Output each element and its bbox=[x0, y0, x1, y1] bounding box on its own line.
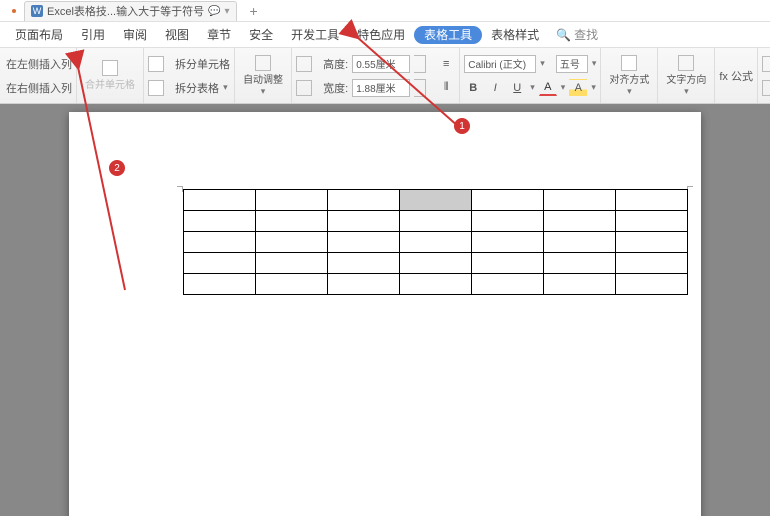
font-name-select[interactable]: Calibri (正文) bbox=[464, 55, 536, 73]
text-direction-button[interactable]: 文字方向▾ bbox=[662, 55, 710, 97]
dist-rows-icon[interactable]: ≡ bbox=[437, 55, 455, 73]
menu-special-apps[interactable]: 特色应用 bbox=[348, 22, 414, 48]
highlight-button[interactable]: A bbox=[569, 79, 587, 97]
split-cells-button[interactable]: 拆分单元格 bbox=[148, 52, 230, 76]
menu-security[interactable]: 安全 bbox=[240, 22, 282, 48]
calc-icon bbox=[762, 56, 770, 72]
merge-cells-icon bbox=[102, 60, 118, 76]
chevron-down-icon: ▾ bbox=[261, 86, 266, 97]
table-row bbox=[184, 232, 688, 253]
tab-dropdown-icon: ▾ bbox=[225, 6, 230, 17]
group-font: Calibri (正文)▾ 五号▾ B I U▾ A▾ A▾ bbox=[460, 48, 601, 103]
quick-calc-button[interactable]: 快速计算▾ 标题行重复 bbox=[762, 52, 770, 76]
width-input[interactable]: 1.88厘米 bbox=[352, 79, 410, 97]
to-text-icon bbox=[762, 80, 770, 96]
group-textdir: 文字方向▾ bbox=[658, 48, 715, 103]
menu-bar: 页面布局 引用 审阅 视图 章节 安全 开发工具 特色应用 表格工具 表格样式 … bbox=[0, 22, 770, 48]
tab-comment-icon: 💬 bbox=[208, 6, 220, 17]
annotation-badge-1: 1 bbox=[454, 118, 470, 134]
search-icon: 🔍 bbox=[556, 28, 571, 42]
split-cells-icon bbox=[148, 56, 164, 72]
ribbon-toolbar: 在左侧插入列 在右侧插入列 合并单元格 拆分单元格 拆分表格▾ 自动调整 ▾ 高… bbox=[0, 48, 770, 104]
row-height-icon bbox=[296, 56, 312, 72]
table-row bbox=[184, 274, 688, 295]
insert-col-left[interactable]: 在左侧插入列 bbox=[6, 52, 72, 76]
document-page[interactable] bbox=[69, 112, 701, 516]
menu-review[interactable]: 审阅 bbox=[114, 22, 156, 48]
title-tabbar: W Excel表格技...输入大于等于符号 💬 ▾ + bbox=[0, 0, 770, 22]
merge-cells-button[interactable]: 合并单元格 bbox=[81, 60, 139, 91]
merge-cells-label: 合并单元格 bbox=[85, 76, 135, 91]
table-row bbox=[184, 211, 688, 232]
table-row bbox=[184, 190, 688, 211]
group-merge: 合并单元格 bbox=[77, 48, 144, 103]
autofit-icon bbox=[255, 55, 271, 71]
split-table-icon bbox=[148, 80, 164, 96]
document-tab[interactable]: W Excel表格技...输入大于等于符号 💬 ▾ bbox=[24, 1, 237, 21]
document-table[interactable] bbox=[183, 189, 688, 295]
insert-col-right[interactable]: 在右侧插入列 bbox=[6, 76, 72, 100]
menu-references[interactable]: 引用 bbox=[72, 22, 114, 48]
split-table-button[interactable]: 拆分表格▾ bbox=[148, 76, 230, 100]
group-autofit: 自动调整 ▾ bbox=[235, 48, 292, 103]
font-color-button[interactable]: A bbox=[539, 80, 557, 96]
menu-table-style[interactable]: 表格样式 bbox=[482, 22, 548, 48]
search-label: 查找 bbox=[574, 26, 598, 43]
height-spinner[interactable] bbox=[414, 55, 426, 73]
width-label: 宽度: bbox=[323, 80, 348, 96]
search-box[interactable]: 🔍 查找 bbox=[556, 26, 598, 43]
table-row bbox=[184, 253, 688, 274]
tab-indicator-dot bbox=[12, 9, 16, 13]
menu-page-layout[interactable]: 页面布局 bbox=[6, 22, 72, 48]
underline-button[interactable]: U bbox=[508, 79, 526, 97]
formula-button[interactable]: fx 公式 bbox=[719, 64, 753, 88]
menu-dev-tools[interactable]: 开发工具 bbox=[282, 22, 348, 48]
menu-table-tools[interactable]: 表格工具 bbox=[414, 26, 482, 44]
align-button[interactable]: 对齐方式▾ bbox=[605, 55, 653, 97]
wps-doc-icon: W bbox=[31, 5, 43, 17]
text-dir-icon bbox=[678, 55, 694, 71]
menu-section[interactable]: 章节 bbox=[198, 22, 240, 48]
group-data: 快速计算▾ 标题行重复 转换成文本 bbox=[758, 48, 770, 103]
align-icon bbox=[621, 55, 637, 71]
font-size-select[interactable]: 五号 bbox=[556, 55, 588, 73]
width-spinner[interactable] bbox=[414, 79, 426, 97]
group-align: 对齐方式▾ bbox=[601, 48, 658, 103]
tab-title: Excel表格技...输入大于等于符号 bbox=[47, 3, 204, 19]
dist-cols-icon[interactable]: ⦀ bbox=[437, 79, 455, 97]
menu-view[interactable]: 视图 bbox=[156, 22, 198, 48]
group-formula: fx 公式 bbox=[715, 48, 758, 103]
height-input[interactable]: 0.55厘米 bbox=[352, 55, 410, 73]
add-tab-button[interactable]: + bbox=[245, 2, 263, 20]
selected-cell[interactable] bbox=[400, 190, 472, 211]
annotation-badge-2: 2 bbox=[109, 160, 125, 176]
bold-button[interactable]: B bbox=[464, 79, 482, 97]
group-size: 高度:0.55厘米 ≡ 宽度:1.88厘米 ⦀ bbox=[292, 48, 460, 103]
autofit-button[interactable]: 自动调整 ▾ bbox=[239, 55, 287, 97]
group-split: 拆分单元格 拆分表格▾ bbox=[144, 48, 235, 103]
italic-button[interactable]: I bbox=[486, 79, 504, 97]
height-label: 高度: bbox=[323, 56, 348, 72]
group-insert-cols: 在左侧插入列 在右侧插入列 bbox=[2, 48, 77, 103]
col-width-icon bbox=[296, 80, 312, 96]
